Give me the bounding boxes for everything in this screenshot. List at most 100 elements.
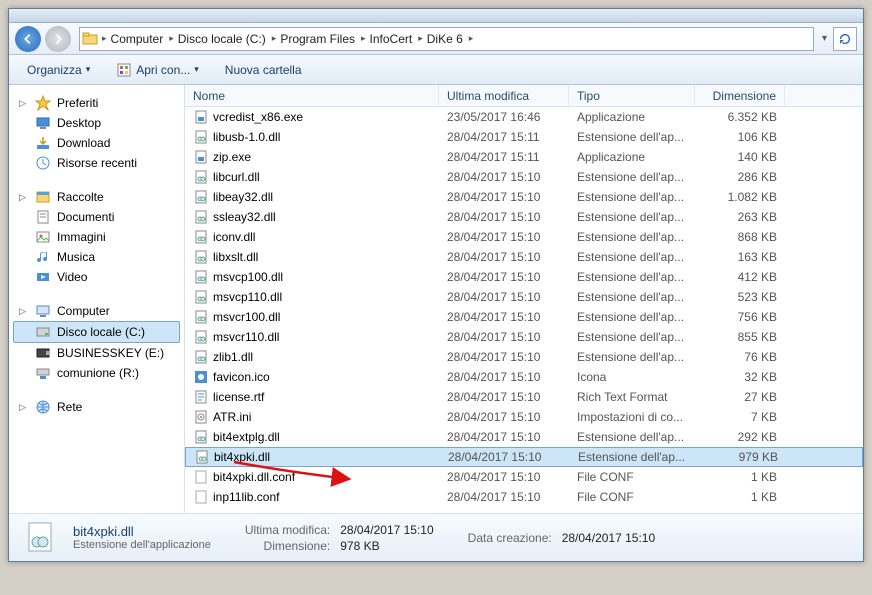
file-size: 6.352 KB xyxy=(695,110,785,124)
file-type: Estensione dell'ap... xyxy=(569,250,695,264)
file-row[interactable]: bit4extplg.dll 28/04/2017 15:10Estensione… xyxy=(185,427,863,447)
file-row[interactable]: msvcp100.dll28/04/2017 15:10Estensione d… xyxy=(185,267,863,287)
col-type-header[interactable]: Tipo xyxy=(569,85,695,106)
file-row[interactable]: zlib1.dll28/04/2017 15:10Estensione dell… xyxy=(185,347,863,367)
breadcrumb-dropdown-icon[interactable]: ▾ xyxy=(822,33,827,44)
new-folder-button[interactable]: Nuova cartella xyxy=(217,60,310,80)
nav-header[interactable]: ▷Preferiti xyxy=(13,93,180,113)
file-size: 979 KB xyxy=(696,450,786,464)
titlebar xyxy=(9,9,863,23)
file-size: 1 KB xyxy=(695,490,785,504)
file-size: 286 KB xyxy=(695,170,785,184)
file-type: Estensione dell'ap... xyxy=(570,450,696,464)
file-row[interactable]: msvcp110.dll28/04/2017 15:10Estensione d… xyxy=(185,287,863,307)
breadcrumb-segment[interactable]: Computer xyxy=(107,32,168,46)
file-size: 523 KB xyxy=(695,290,785,304)
file-row[interactable]: msvcr100.dll28/04/2017 15:10Estensione d… xyxy=(185,307,863,327)
nav-header[interactable]: ▷Rete xyxy=(13,397,180,417)
file-type: Estensione dell'ap... xyxy=(569,130,695,144)
breadcrumb-segment[interactable]: Program Files xyxy=(276,32,359,46)
nav-item[interactable]: Video xyxy=(13,267,180,287)
file-name: license.rtf xyxy=(213,390,264,404)
file-modified: 28/04/2017 15:10 xyxy=(439,410,569,424)
open-with-button[interactable]: Apri con... ▾ xyxy=(108,59,207,81)
file-row[interactable]: vcredist_x86.exe23/05/2017 16:46Applicaz… xyxy=(185,107,863,127)
file-row[interactable]: libcurl.dll28/04/2017 15:10Estensione de… xyxy=(185,167,863,187)
column-header-row: Nome Ultima modifica Tipo Dimensione xyxy=(185,85,863,107)
file-row[interactable]: bit4xpki.dll28/04/2017 15:10Estensione d… xyxy=(185,447,863,467)
forward-arrow-icon xyxy=(51,32,65,46)
file-modified: 28/04/2017 15:10 xyxy=(439,430,569,444)
nav-header[interactable]: ▷Computer xyxy=(13,301,180,321)
file-size: 76 KB xyxy=(695,350,785,364)
file-name: bit4xpki.dll xyxy=(214,450,270,464)
file-row[interactable]: ssleay32.dll28/04/2017 15:10Estensione d… xyxy=(185,207,863,227)
file-size: 140 KB xyxy=(695,150,785,164)
file-row[interactable]: inp11lib.conf28/04/2017 15:10File CONF1 … xyxy=(185,487,863,507)
file-name: bit4extplg.dll xyxy=(213,430,280,444)
file-size: 7 KB xyxy=(695,410,785,424)
file-type: File CONF xyxy=(569,490,695,504)
breadcrumb-segment[interactable]: DiKe 6 xyxy=(423,32,467,46)
file-row[interactable]: libxslt.dll28/04/2017 15:10Estensione de… xyxy=(185,247,863,267)
nav-item[interactable]: BUSINESSKEY (E:) xyxy=(13,343,180,363)
nav-item[interactable]: Musica xyxy=(13,247,180,267)
file-type: File CONF xyxy=(569,470,695,484)
forward-button[interactable] xyxy=(45,26,71,52)
nav-item[interactable]: Risorse recenti xyxy=(13,153,180,173)
file-size: 32 KB xyxy=(695,370,785,384)
breadcrumb-segment[interactable]: InfoCert xyxy=(366,32,417,46)
col-size-header[interactable]: Dimensione xyxy=(695,85,785,106)
file-name: libxslt.dll xyxy=(213,250,258,264)
nav-item[interactable]: Disco locale (C:) xyxy=(13,321,180,343)
file-modified: 28/04/2017 15:10 xyxy=(439,470,569,484)
file-type: Estensione dell'ap... xyxy=(569,430,695,444)
file-name: msvcr110.dll xyxy=(213,330,279,344)
nav-pane: ▷PreferitiDesktopDownloadRisorse recenti… xyxy=(9,85,185,513)
nav-item[interactable]: Immagini xyxy=(13,227,180,247)
nav-row: ▸ Computer▸Disco locale (C:)▸Program Fil… xyxy=(9,23,863,55)
file-modified: 28/04/2017 15:10 xyxy=(439,490,569,504)
file-row[interactable]: license.rtf28/04/2017 15:10Rich Text For… xyxy=(185,387,863,407)
file-row[interactable]: favicon.ico28/04/2017 15:10Icona32 KB xyxy=(185,367,863,387)
file-list[interactable]: vcredist_x86.exe23/05/2017 16:46Applicaz… xyxy=(185,107,863,513)
file-row[interactable]: bit4xpki.dll.conf 28/04/2017 15:10File CO… xyxy=(185,467,863,487)
file-pane: Nome Ultima modifica Tipo Dimensione vcr… xyxy=(185,85,863,513)
col-name-header[interactable]: Nome xyxy=(185,85,439,106)
file-name: msvcp110.dll xyxy=(213,290,282,304)
nav-header[interactable]: ▷Raccolte xyxy=(13,187,180,207)
file-name: bit4xpki.dll.conf xyxy=(213,470,295,484)
file-name: favicon.ico xyxy=(213,370,270,384)
file-size: 868 KB xyxy=(695,230,785,244)
breadcrumb-segment[interactable]: Disco locale (C:) xyxy=(174,32,270,46)
file-modified: 28/04/2017 15:10 xyxy=(439,350,569,364)
nav-item[interactable]: Desktop xyxy=(13,113,180,133)
organize-button[interactable]: Organizza ▾ xyxy=(19,60,98,80)
back-button[interactable] xyxy=(15,26,41,52)
file-row[interactable]: libeay32.dll28/04/2017 15:10Estensione d… xyxy=(185,187,863,207)
file-size: 27 KB xyxy=(695,390,785,404)
file-large-icon xyxy=(23,520,59,556)
back-arrow-icon xyxy=(21,32,35,46)
open-with-icon xyxy=(116,62,132,78)
file-row[interactable]: libusb-1.0.dll28/04/2017 15:11Estensione… xyxy=(185,127,863,147)
file-row[interactable]: iconv.dll28/04/2017 15:10Estensione dell… xyxy=(185,227,863,247)
file-modified: 28/04/2017 15:10 xyxy=(439,230,569,244)
file-row[interactable]: zip.exe28/04/2017 15:11Applicazione140 K… xyxy=(185,147,863,167)
nav-item[interactable]: Documenti xyxy=(13,207,180,227)
refresh-button[interactable] xyxy=(833,27,857,51)
file-type: Impostazioni di co... xyxy=(569,410,695,424)
file-modified: 28/04/2017 15:10 xyxy=(439,310,569,324)
details-meta: Ultima modifica:28/04/2017 15:10 Dimensi… xyxy=(245,523,434,553)
breadcrumb[interactable]: ▸ Computer▸Disco locale (C:)▸Program Fil… xyxy=(79,27,814,51)
file-type: Estensione dell'ap... xyxy=(569,230,695,244)
nav-item[interactable]: Download xyxy=(13,133,180,153)
col-modified-header[interactable]: Ultima modifica xyxy=(439,85,569,106)
file-type: Estensione dell'ap... xyxy=(569,330,695,344)
file-name: libeay32.dll xyxy=(213,190,273,204)
file-row[interactable]: msvcr110.dll28/04/2017 15:10Estensione d… xyxy=(185,327,863,347)
file-row[interactable]: ATR.ini28/04/2017 15:10Impostazioni di c… xyxy=(185,407,863,427)
nav-item[interactable]: comunione (R:) xyxy=(13,363,180,383)
file-name: msvcr100.dll xyxy=(213,310,280,324)
file-type: Estensione dell'ap... xyxy=(569,190,695,204)
